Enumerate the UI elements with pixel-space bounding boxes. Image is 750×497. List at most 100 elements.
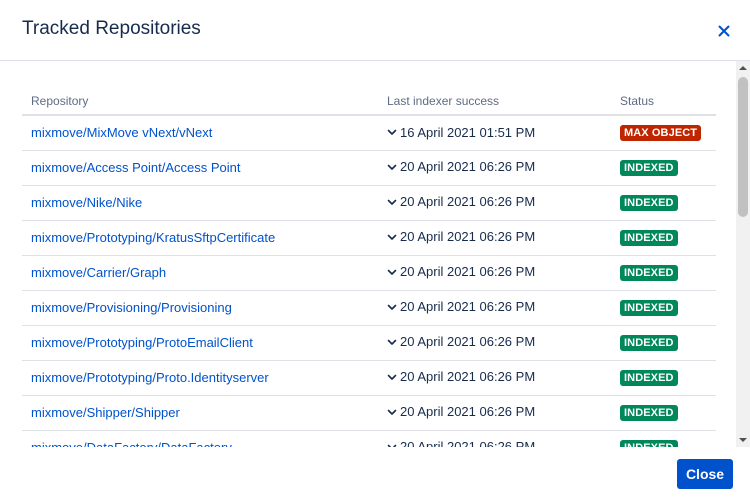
tracked-repositories-dialog: Tracked Repositories Repository Last ind…: [0, 0, 750, 497]
indexer-date-toggle[interactable]: 20 April 2021 06:26 PM: [378, 264, 535, 279]
status-badge: INDEXED: [620, 370, 678, 386]
table-row: mixmove/Prototyping/KratusSftpCertificat…: [22, 220, 716, 256]
chevron-down-icon[interactable]: [386, 301, 398, 313]
indexer-date-toggle[interactable]: 20 April 2021 06:26 PM: [378, 159, 535, 174]
table-row: mixmove/Provisioning/Provisioning 20 Apri…: [22, 290, 716, 326]
status-cell: INDEXED: [611, 325, 716, 361]
last-indexer-success-cell: 20 April 2021 06:26 PM: [378, 185, 611, 221]
table-row: mixmove/Prototyping/Proto.Identityserver…: [22, 360, 716, 396]
vertical-scrollbar[interactable]: [736, 61, 750, 447]
indexer-date: 20 April 2021 06:26 PM: [400, 299, 536, 315]
last-indexer-success-cell: 20 April 2021 06:26 PM: [378, 360, 611, 396]
repository-link[interactable]: mixmove/MixMove vNext/vNext: [31, 125, 212, 140]
indexer-date: 20 April 2021 06:26 PM: [400, 229, 536, 245]
repository-link[interactable]: mixmove/Prototyping/Proto.Identityserver: [31, 370, 269, 385]
indexer-date: 20 April 2021 06:26 PM: [400, 159, 536, 175]
indexer-date-toggle[interactable]: 20 April 2021 06:26 PM: [378, 439, 535, 447]
repository-cell: mixmove/Carrier/Graph: [22, 255, 378, 291]
chevron-down-icon[interactable]: [386, 266, 398, 278]
chevron-down-icon[interactable]: [386, 161, 398, 173]
last-indexer-success-cell: 20 April 2021 06:26 PM: [378, 220, 611, 256]
status-cell: INDEXED: [611, 290, 716, 326]
table-body: mixmove/MixMove vNext/vNext 16 April 2021…: [22, 115, 716, 447]
close-icon[interactable]: [712, 19, 736, 43]
indexer-date-toggle[interactable]: 20 April 2021 06:26 PM: [378, 404, 535, 419]
status-badge: INDEXED: [620, 195, 678, 211]
status-badge: INDEXED: [620, 405, 678, 421]
repository-link[interactable]: mixmove/Provisioning/Provisioning: [31, 300, 232, 315]
repository-link[interactable]: mixmove/Nike/Nike: [31, 195, 142, 210]
arrow-up-icon[interactable]: [736, 61, 750, 75]
status-badge: INDEXED: [620, 335, 678, 351]
status-cell: INDEXED: [611, 395, 716, 431]
status-badge: INDEXED: [620, 440, 678, 447]
status-cell: INDEXED: [611, 360, 716, 396]
repositories-table: Repository Last indexer success Status m…: [22, 87, 716, 447]
chevron-down-icon[interactable]: [386, 126, 398, 138]
status-cell: INDEXED: [611, 220, 716, 256]
column-header-status: Status: [611, 87, 716, 116]
dialog-title: Tracked Repositories: [22, 18, 201, 39]
indexer-date-toggle[interactable]: 20 April 2021 06:26 PM: [378, 369, 535, 384]
repository-cell: mixmove/Prototyping/Proto.Identityserver: [22, 360, 378, 396]
table-row: mixmove/DataFactory/DataFactory 20 April …: [22, 430, 716, 447]
table-row: mixmove/Shipper/Shipper 20 April 2021 06:…: [22, 395, 716, 431]
last-indexer-success-cell: 20 April 2021 06:26 PM: [378, 430, 611, 447]
indexer-date: 20 April 2021 06:26 PM: [400, 194, 536, 210]
indexer-date: 16 April 2021 01:51 PM: [400, 124, 536, 140]
column-header-repository: Repository: [22, 87, 378, 116]
indexer-date-toggle[interactable]: 20 April 2021 06:26 PM: [378, 194, 535, 209]
table-header-row: Repository Last indexer success Status: [22, 87, 716, 116]
repository-link[interactable]: mixmove/Prototyping/ProtoEmailClient: [31, 335, 253, 350]
dialog-header: Tracked Repositories: [0, 0, 750, 61]
repository-link[interactable]: mixmove/Access Point/Access Point: [31, 160, 241, 175]
indexer-date-toggle[interactable]: 20 April 2021 06:26 PM: [378, 229, 535, 244]
repository-cell: mixmove/Shipper/Shipper: [22, 395, 378, 431]
repository-link[interactable]: mixmove/Shipper/Shipper: [31, 405, 180, 420]
chevron-down-icon[interactable]: [386, 196, 398, 208]
last-indexer-success-cell: 20 April 2021 06:26 PM: [378, 395, 611, 431]
status-cell: MAX OBJECT: [611, 115, 716, 151]
column-header-last-indexer-success: Last indexer success: [378, 87, 611, 116]
status-badge: INDEXED: [620, 160, 678, 176]
indexer-date-toggle[interactable]: 16 April 2021 01:51 PM: [378, 125, 535, 140]
indexer-date: 20 April 2021 06:26 PM: [400, 334, 536, 350]
scrollbar-thumb[interactable]: [738, 77, 748, 217]
table-row: mixmove/MixMove vNext/vNext 16 April 2021…: [22, 115, 716, 151]
last-indexer-success-cell: 20 April 2021 06:26 PM: [378, 150, 611, 186]
last-indexer-success-cell: 20 April 2021 06:26 PM: [378, 290, 611, 326]
chevron-down-icon[interactable]: [386, 231, 398, 243]
close-button[interactable]: Close: [677, 459, 733, 489]
status-badge: INDEXED: [620, 230, 678, 246]
dialog-body[interactable]: Repository Last indexer success Status m…: [0, 61, 736, 447]
repository-cell: mixmove/Nike/Nike: [22, 185, 378, 221]
status-cell: INDEXED: [611, 430, 716, 447]
status-badge: MAX OBJECT: [620, 125, 702, 142]
status-cell: INDEXED: [611, 185, 716, 221]
arrow-down-icon[interactable]: [736, 433, 750, 447]
indexer-date: 20 April 2021 06:26 PM: [400, 264, 536, 280]
repository-link[interactable]: mixmove/Carrier/Graph: [31, 265, 166, 280]
chevron-down-icon[interactable]: [386, 336, 398, 348]
indexer-date: 20 April 2021 06:26 PM: [400, 369, 536, 385]
repository-cell: mixmove/Prototyping/ProtoEmailClient: [22, 325, 378, 361]
table-row: mixmove/Prototyping/ProtoEmailClient 20 A…: [22, 325, 716, 361]
indexer-date: 20 April 2021 06:26 PM: [400, 439, 536, 447]
repository-cell: mixmove/Prototyping/KratusSftpCertificat…: [22, 220, 378, 256]
repository-link[interactable]: mixmove/Prototyping/KratusSftpCertificat…: [31, 230, 275, 245]
repository-cell: mixmove/Access Point/Access Point: [22, 150, 378, 186]
repository-link[interactable]: mixmove/DataFactory/DataFactory: [31, 440, 232, 447]
status-cell: INDEXED: [611, 150, 716, 186]
repository-cell: mixmove/Provisioning/Provisioning: [22, 290, 378, 326]
indexer-date-toggle[interactable]: 20 April 2021 06:26 PM: [378, 299, 535, 314]
table-row: mixmove/Carrier/Graph 20 April 2021 06:26…: [22, 255, 716, 291]
indexer-date-toggle[interactable]: 20 April 2021 06:26 PM: [378, 334, 535, 349]
last-indexer-success-cell: 20 April 2021 06:26 PM: [378, 255, 611, 291]
chevron-down-icon[interactable]: [386, 406, 398, 418]
repository-cell: mixmove/DataFactory/DataFactory: [22, 430, 378, 447]
dialog-footer: [0, 447, 750, 497]
table-row: mixmove/Access Point/Access Point 20 Apri…: [22, 150, 716, 186]
indexer-date: 20 April 2021 06:26 PM: [400, 404, 536, 420]
chevron-down-icon[interactable]: [386, 371, 398, 383]
status-badge: INDEXED: [620, 265, 678, 281]
